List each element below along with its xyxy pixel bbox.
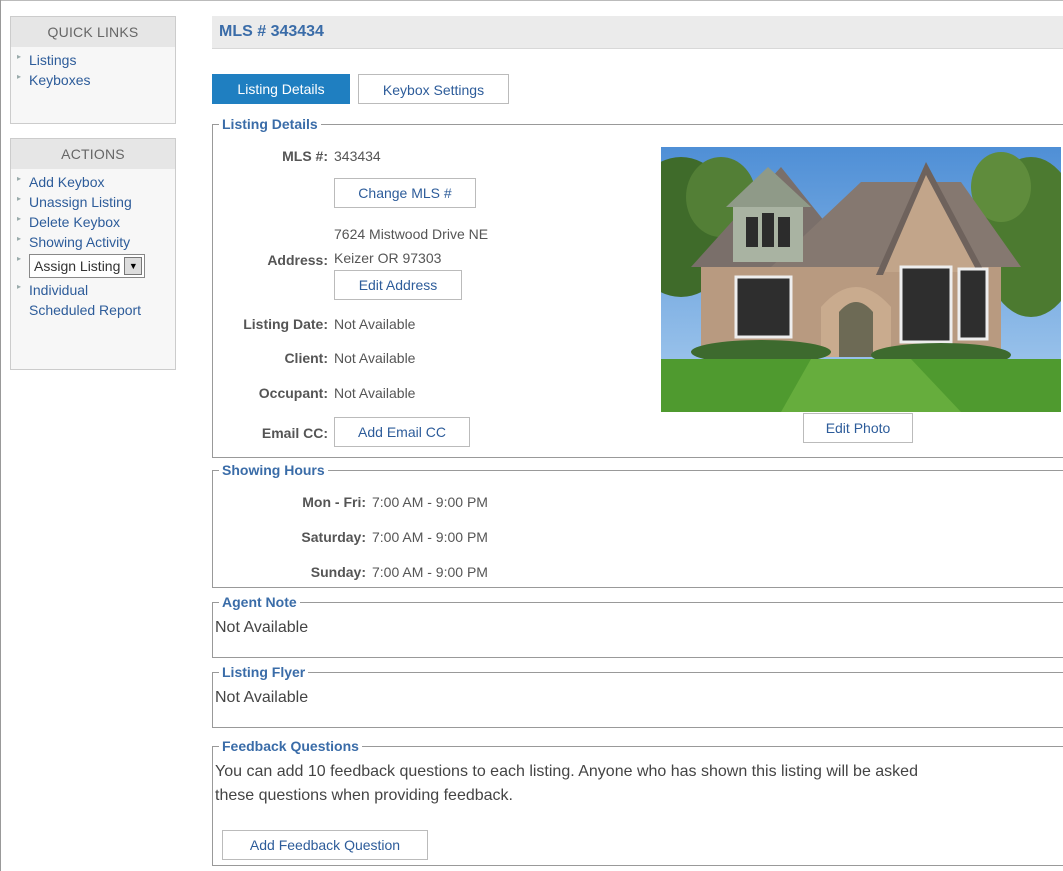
edit-address-button[interactable]: Edit Address <box>334 270 462 300</box>
listing-flyer-text: Not Available <box>215 689 309 706</box>
client-label: Client: <box>284 350 328 366</box>
action-label: Unassign Listing <box>29 194 132 210</box>
action-label: Individual <box>29 282 89 298</box>
actions-list: ▸ Add Keybox ▸ Unassign Listing ▸ Delete… <box>11 169 175 326</box>
dropdown-arrow-icon[interactable]: ▼ <box>124 257 143 275</box>
action-label: Scheduled Report <box>29 302 142 318</box>
email-cc-label: Email CC: <box>261 425 328 441</box>
tab-keybox-settings[interactable]: Keybox Settings <box>358 74 509 104</box>
mls-value: 343434 <box>334 148 381 164</box>
action-label: Add Keybox <box>29 174 105 190</box>
edit-photo-button[interactable]: Edit Photo <box>803 413 913 443</box>
showing-hours-value: 7:00 AM - 9:00 PM <box>372 494 488 510</box>
listing-date-value: Not Available <box>334 316 416 332</box>
listing-date-label: Listing Date: <box>243 316 328 332</box>
showing-day-label: Mon - Fri: <box>302 494 366 510</box>
action-add-keybox[interactable]: ▸ Add Keybox <box>11 172 175 192</box>
quick-link-label: Keyboxes <box>29 72 91 88</box>
occupant-value: Not Available <box>334 385 416 401</box>
tab-listing-details[interactable]: Listing Details <box>212 74 350 104</box>
agent-note-text: Not Available <box>215 619 309 636</box>
showing-hours-legend: Showing Hours <box>219 462 328 479</box>
quick-link-keyboxes[interactable]: ▸ Keyboxes <box>11 70 175 90</box>
feedback-description-line1: You can add 10 feedback questions to eac… <box>215 763 918 780</box>
address-line1: 7624 Mistwood Drive NE <box>334 226 489 242</box>
arrow-right-icon: ▸ <box>17 194 22 203</box>
actions-panel: ACTIONS ▸ Add Keybox ▸ Unassign Listing … <box>10 138 176 370</box>
showing-day-label: Sunday: <box>310 564 366 580</box>
listing-photo <box>661 147 1061 412</box>
quick-link-label: Listings <box>29 52 77 68</box>
action-individual-scheduled-report[interactable]: ▸ Individual Scheduled Report <box>11 280 175 320</box>
address-line2: Keizer OR 97303 <box>334 250 442 266</box>
assign-listing-value: Assign Listing <box>34 258 121 274</box>
window-top-border <box>0 0 1063 1</box>
arrow-right-icon: ▸ <box>17 52 22 61</box>
arrow-right-icon: ▸ <box>17 234 22 243</box>
agent-note-section: Agent Note Not Available <box>212 594 1063 658</box>
house-photo-image <box>661 147 1061 412</box>
action-label: Delete Keybox <box>29 214 121 230</box>
quick-link-listings[interactable]: ▸ Listings <box>11 50 175 70</box>
address-label: Address: <box>267 252 328 268</box>
action-delete-keybox[interactable]: ▸ Delete Keybox <box>11 212 175 232</box>
quick-links-panel: QUICK LINKS ▸ Listings ▸ Keyboxes <box>10 16 176 124</box>
action-showing-activity[interactable]: ▸ Showing Activity <box>11 232 175 252</box>
actions-title: ACTIONS <box>11 139 175 169</box>
showing-day-label: Saturday: <box>301 529 366 545</box>
action-assign-listing: ▸ Assign Listing ▼ <box>11 252 175 280</box>
action-label: Showing Activity <box>29 234 131 250</box>
client-value: Not Available <box>334 350 416 366</box>
arrow-right-icon: ▸ <box>17 214 22 223</box>
occupant-label: Occupant: <box>258 385 328 401</box>
feedback-questions-legend: Feedback Questions <box>219 738 362 755</box>
listing-flyer-legend: Listing Flyer <box>219 664 309 681</box>
action-unassign-listing[interactable]: ▸ Unassign Listing <box>11 192 175 212</box>
mls-label: MLS #: <box>282 148 328 164</box>
listing-details-legend: Listing Details <box>219 116 321 133</box>
page-title: MLS # 343434 <box>219 23 324 40</box>
quick-links-list: ▸ Listings ▸ Keyboxes <box>11 47 175 96</box>
add-feedback-question-button[interactable]: Add Feedback Question <box>222 830 428 860</box>
change-mls-button[interactable]: Change MLS # <box>334 178 476 208</box>
arrow-right-icon: ▸ <box>17 254 22 263</box>
page-header: MLS # 343434 <box>212 16 1063 49</box>
arrow-right-icon: ▸ <box>17 72 22 81</box>
add-email-cc-button[interactable]: Add Email CC <box>334 417 470 447</box>
window-left-border <box>0 0 1 871</box>
arrow-right-icon: ▸ <box>17 282 22 291</box>
listing-flyer-section: Listing Flyer Not Available <box>212 664 1063 728</box>
quick-links-title: QUICK LINKS <box>11 17 175 47</box>
feedback-description-line2: these questions when providing feedback. <box>215 787 513 804</box>
showing-hours-value: 7:00 AM - 9:00 PM <box>372 564 488 580</box>
assign-listing-select[interactable]: Assign Listing ▼ <box>29 254 146 278</box>
arrow-right-icon: ▸ <box>17 174 22 183</box>
showing-hours-value: 7:00 AM - 9:00 PM <box>372 529 488 545</box>
agent-note-legend: Agent Note <box>219 594 300 611</box>
